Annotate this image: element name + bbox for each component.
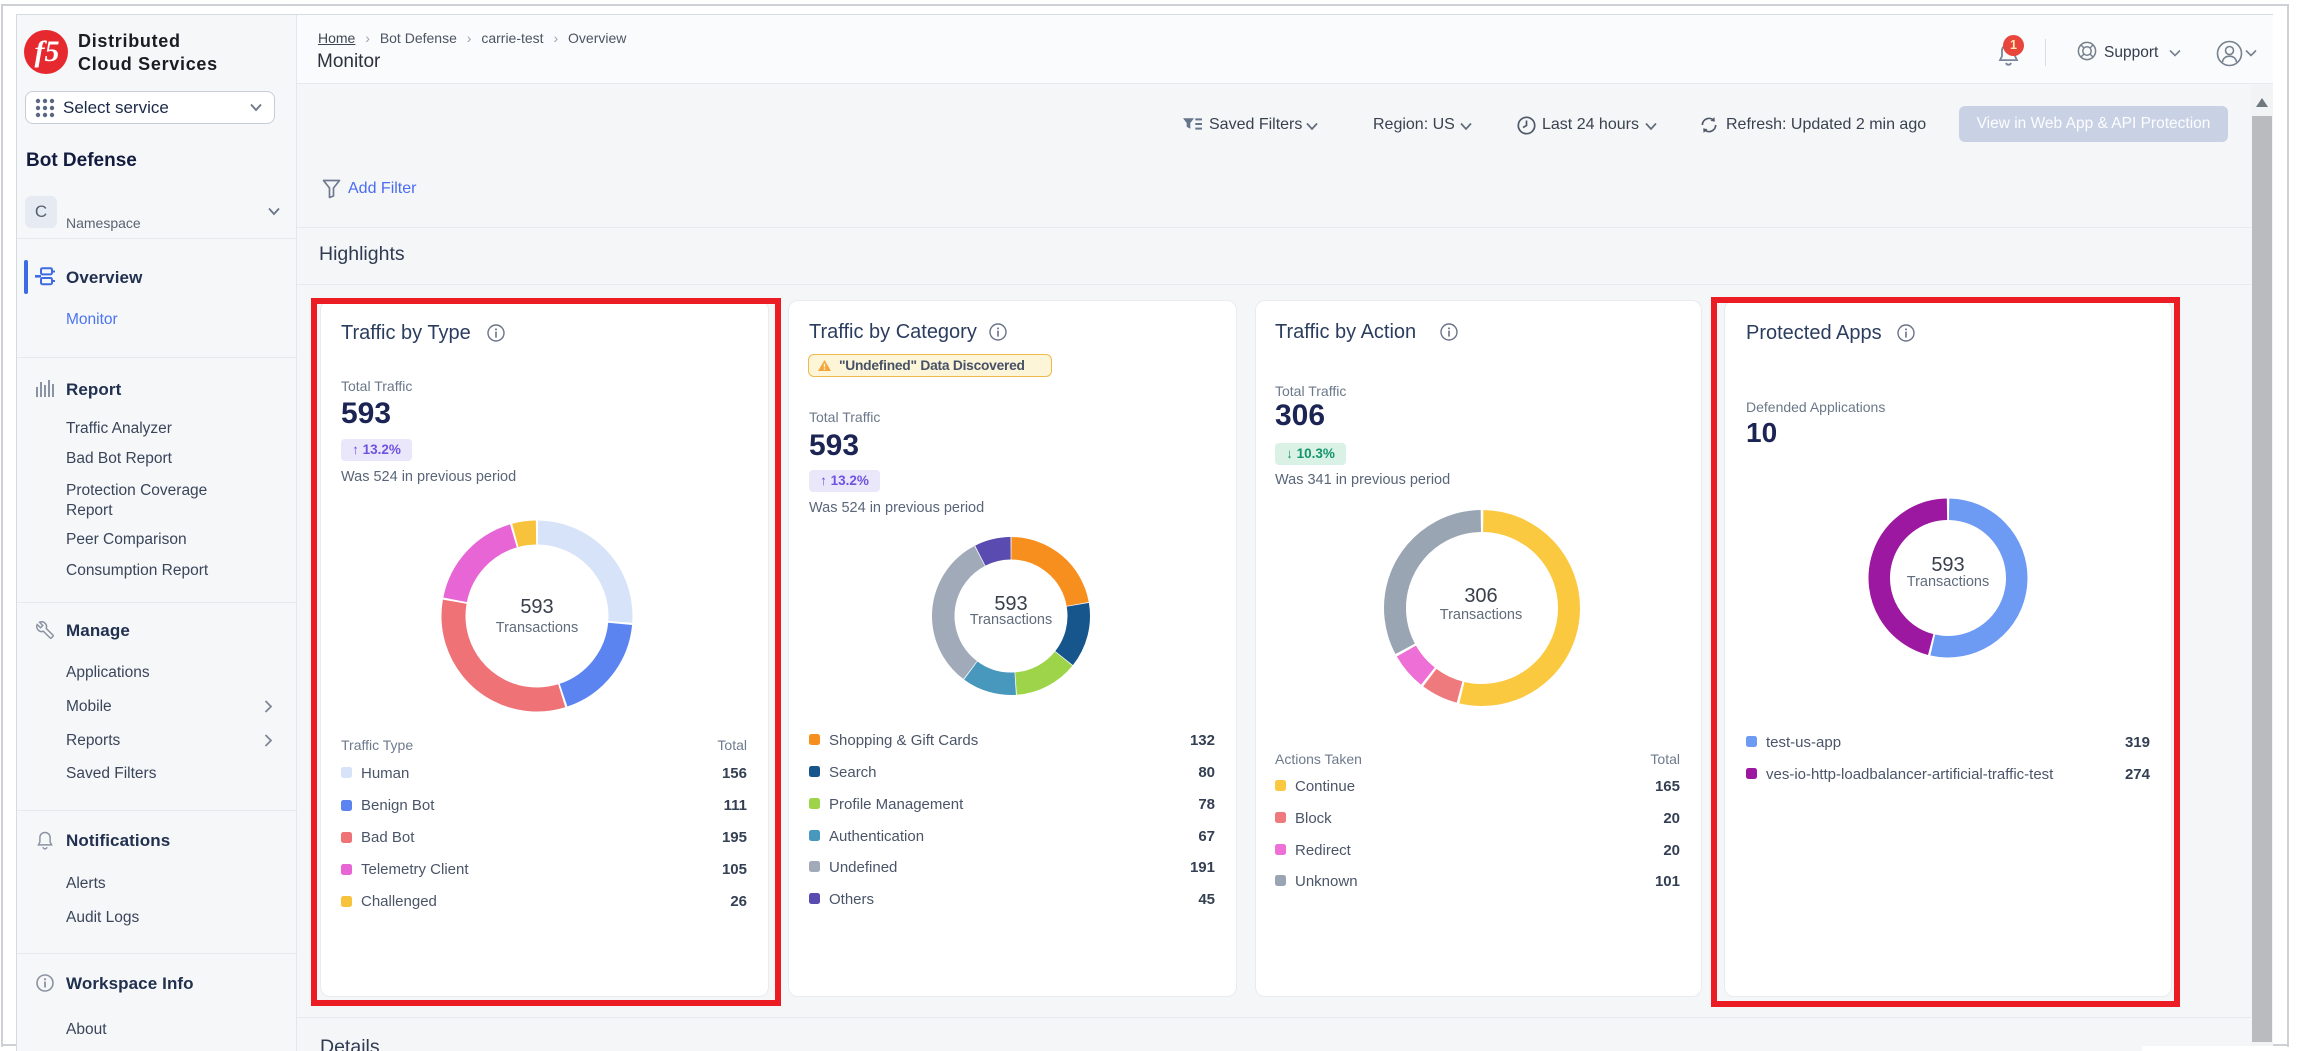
svg-text:f5: f5 — [35, 35, 60, 68]
